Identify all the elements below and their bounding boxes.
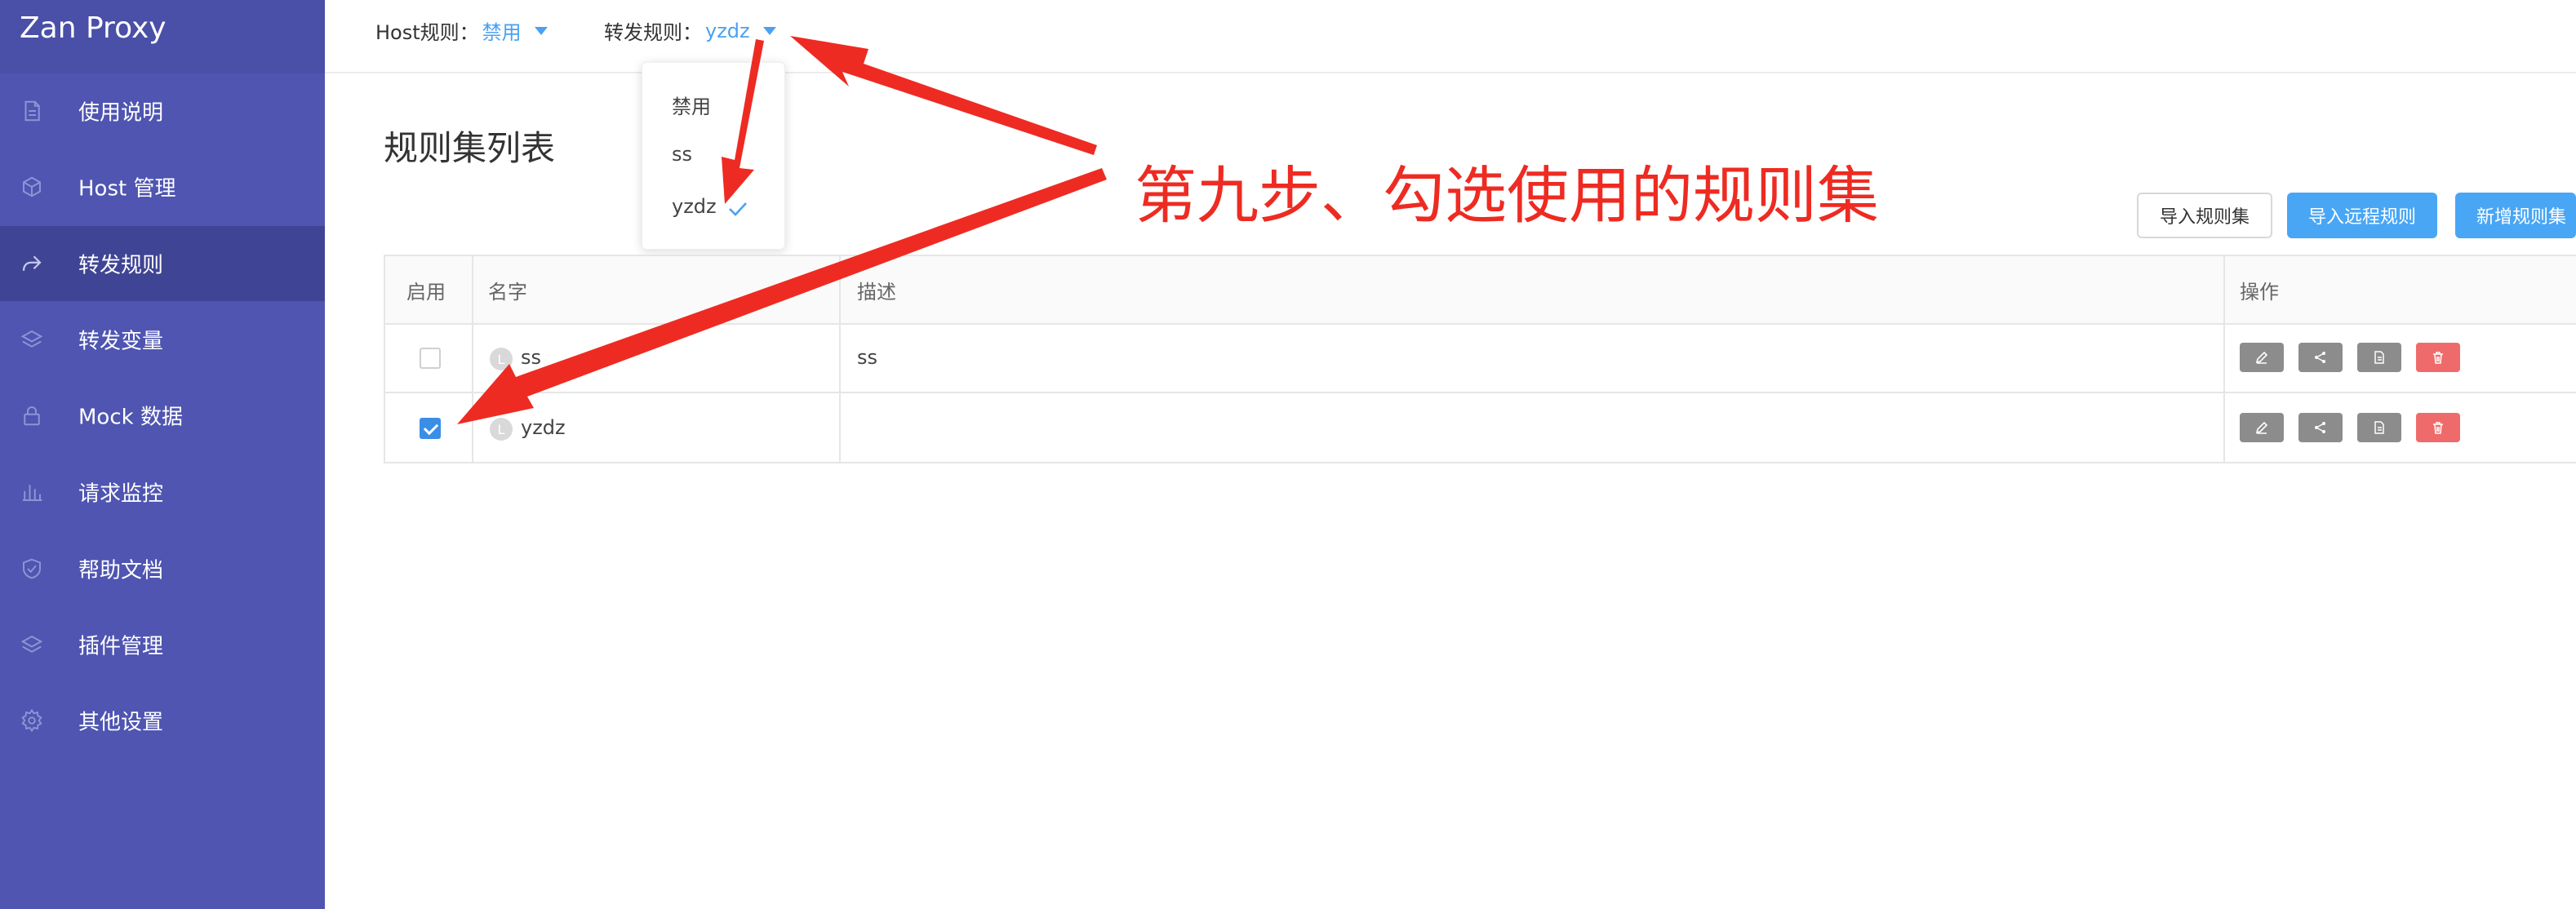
ruleset-description: ss [857, 346, 878, 369]
share-button[interactable] [2298, 343, 2343, 372]
sidebar-item-monitor[interactable]: 请求监控 [0, 454, 325, 530]
view-file-button[interactable] [2357, 343, 2401, 372]
gear-icon [20, 708, 44, 733]
delete-button[interactable] [2416, 343, 2460, 372]
ruleset-name: ss [521, 346, 542, 369]
ruleset-name: yzdz [521, 416, 566, 439]
sidebar-item-label: Host 管理 [78, 176, 176, 202]
check-icon [729, 202, 747, 216]
table-header: 启用 名字 描述 操作 [385, 256, 2576, 325]
avatar: L [490, 418, 513, 441]
enable-checkbox[interactable] [420, 418, 441, 439]
enable-checkbox[interactable] [420, 348, 441, 369]
column-divider [2223, 256, 2225, 463]
file-icon [2374, 421, 2384, 434]
sidebar-item-settings[interactable]: 其他设置 [0, 683, 325, 758]
pencil-icon [2255, 421, 2268, 434]
column-header-enabled: 启用 [406, 281, 446, 304]
dropdown-option-disabled[interactable]: 禁用 [672, 91, 711, 119]
sidebar-item-help[interactable]: 帮助文档 [0, 531, 325, 606]
dropdown-option-yzdz[interactable]: yzdz [672, 195, 717, 218]
view-file-button[interactable] [2357, 413, 2401, 442]
sidebar-item-mock[interactable]: Mock 数据 [0, 378, 325, 453]
host-rule-selector[interactable]: Host规则： 禁用 [375, 16, 548, 45]
shield-check-icon [20, 556, 44, 581]
layers-icon [20, 327, 44, 352]
sidebar-item-host[interactable]: Host 管理 [0, 149, 325, 224]
edit-button[interactable] [2240, 343, 2284, 372]
page-title: 规则集列表 [384, 128, 556, 168]
document-icon [20, 99, 44, 123]
lock-icon [20, 403, 44, 428]
share-forward-icon [20, 251, 44, 276]
host-rule-label: Host规则： [375, 21, 479, 44]
table-row: L ss ss [385, 325, 2576, 393]
table-row: L yzdz [385, 395, 2576, 463]
bar-chart-icon [20, 480, 44, 504]
forward-rule-label: 转发规则： [604, 21, 702, 44]
dropdown-option-ss[interactable]: ss [672, 143, 692, 166]
import-ruleset-button[interactable]: 导入规则集 [2137, 193, 2272, 238]
sidebar-item-label: 转发规则 [78, 253, 164, 278]
import-remote-rule-button[interactable]: 导入远程规则 [2287, 193, 2437, 238]
sidebar-item-plugins[interactable]: 插件管理 [0, 607, 325, 682]
sidebar-item-label: 请求监控 [78, 481, 164, 507]
column-header-description: 描述 [857, 281, 896, 304]
column-header-actions: 操作 [2240, 281, 2279, 304]
share-icon [2315, 422, 2325, 433]
delete-button[interactable] [2416, 413, 2460, 442]
forward-rule-selector[interactable]: 转发规则： yzdz [604, 16, 776, 45]
app-title: Zan Proxy [0, 0, 325, 73]
sidebar-item-label: 其他设置 [78, 710, 164, 735]
chevron-down-icon[interactable] [534, 26, 548, 35]
sidebar-item-label: Mock 数据 [78, 405, 183, 430]
forward-rule-dropdown: 禁用 ss yzdz [642, 62, 785, 250]
sidebar-item-label: 插件管理 [78, 634, 164, 659]
annotation-text: 第九步、勾选使用的规则集 [1135, 159, 1879, 232]
share-icon [2315, 352, 2325, 363]
sidebar-item-forward-vars[interactable]: 转发变量 [0, 302, 325, 377]
host-rule-value[interactable]: 禁用 [482, 16, 522, 45]
column-divider [839, 256, 841, 463]
avatar: L [490, 348, 513, 370]
pencil-icon [2255, 351, 2268, 364]
file-icon [2374, 351, 2384, 364]
sidebar-item-forward-rules[interactable]: 转发规则 [0, 226, 325, 301]
chevron-down-icon[interactable] [762, 26, 776, 35]
cube-icon [20, 175, 44, 199]
sidebar-item-label: 转发变量 [78, 329, 164, 354]
sidebar: Zan Proxy 使用说明 Host 管理 转发规则 转发变量 Mock 数据 [0, 0, 325, 909]
sidebar-item-usage[interactable]: 使用说明 [0, 73, 325, 149]
column-divider [472, 256, 473, 463]
share-button[interactable] [2298, 413, 2343, 442]
trash-icon [2433, 422, 2443, 434]
layers-icon [20, 632, 44, 657]
sidebar-item-label: 使用说明 [78, 100, 164, 126]
ruleset-table: 启用 名字 描述 操作 L ss ss L yzdz [384, 255, 2576, 463]
add-ruleset-button[interactable]: 新增规则集 [2455, 193, 2576, 238]
sidebar-item-label: 帮助文档 [78, 558, 164, 583]
edit-button[interactable] [2240, 413, 2284, 442]
trash-icon [2433, 352, 2443, 364]
column-header-name: 名字 [488, 281, 527, 304]
forward-rule-value[interactable]: yzdz [705, 20, 750, 42]
